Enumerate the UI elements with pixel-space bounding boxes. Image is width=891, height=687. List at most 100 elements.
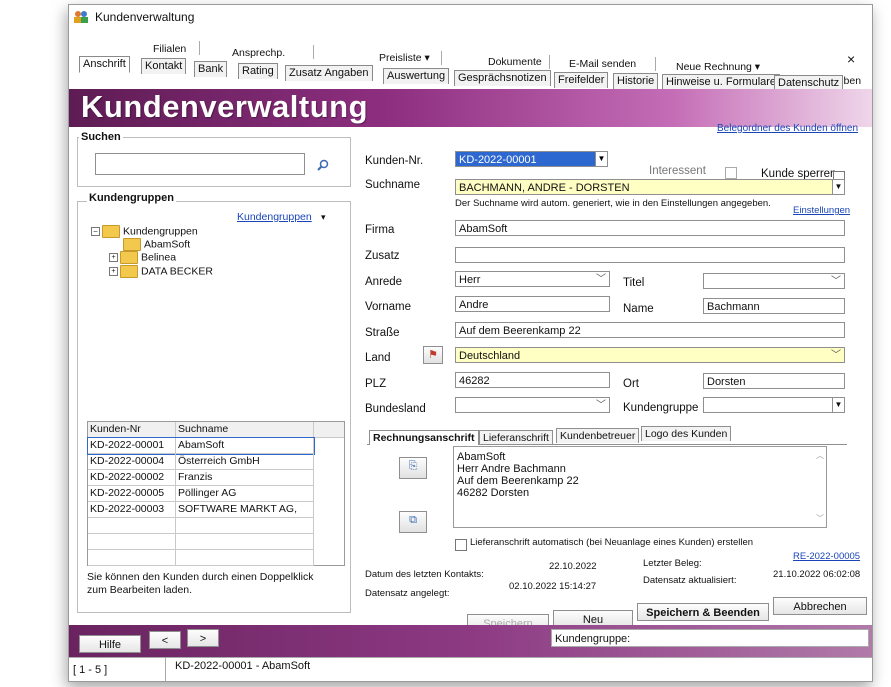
letzter-kontakt-label: Datum des letzten Kontakts:: [365, 569, 484, 580]
chevron-down-icon[interactable]: ﹀: [831, 274, 841, 288]
chevron-down-icon[interactable]: ﹀: [814, 513, 826, 524]
prev-button[interactable]: <: [149, 631, 181, 649]
chevron-down-icon[interactable]: ▾: [321, 212, 326, 223]
land-flag-icon[interactable]: ⚑: [423, 346, 443, 364]
tab-anschrift[interactable]: Anschrift: [79, 56, 130, 73]
title-bar: Kundenverwaltung: [69, 5, 872, 30]
search-group-title: Suchen: [79, 131, 123, 143]
kundengruppe-select[interactable]: ▼: [703, 397, 845, 413]
tree-item-abamsoft[interactable]: AbamSoft: [123, 238, 190, 251]
ribbon: Filialen Ansprechp. Preisliste ▾ Dokumen…: [69, 29, 872, 91]
chevron-down-icon[interactable]: ﹀: [596, 398, 606, 412]
tree-root[interactable]: – Kundengruppen: [91, 225, 198, 238]
tree-item-belinea[interactable]: + Belinea: [109, 251, 176, 264]
search-input[interactable]: [95, 153, 305, 175]
zusatz-label: Zusatz: [365, 250, 400, 262]
menu-neue-rechnung[interactable]: Neue Rechnung ▾: [676, 61, 760, 73]
angelegt-value: 02.10.2022 15:14:27: [509, 581, 597, 592]
folder-icon: [120, 251, 138, 264]
name-label: Name: [623, 303, 654, 315]
lieferanschrift-checkbox[interactable]: [455, 539, 467, 551]
hilfe-button[interactable]: Hilfe: [79, 635, 141, 653]
menu-dokumente[interactable]: Dokumente: [488, 56, 542, 68]
collapse-icon[interactable]: –: [91, 227, 100, 236]
lieferanschrift-checkbox-label: Lieferanschrift automatisch (bei Neuanla…: [470, 537, 754, 548]
menu-filialen[interactable]: Filialen: [153, 43, 186, 55]
app-window: Kundenverwaltung Filialen Ansprechp. Pre…: [68, 4, 873, 682]
bundesland-select[interactable]: ﹀: [455, 397, 610, 413]
search-icon[interactable]: [317, 159, 329, 171]
tab-historie[interactable]: Historie: [613, 73, 659, 89]
address-scrollbar[interactable]: ︿ ﹀: [814, 448, 826, 526]
kundennr-field[interactable]: KD-2022-00001 ▼: [455, 151, 608, 167]
chevron-down-icon[interactable]: ﹀: [831, 348, 841, 362]
kundengruppen-link[interactable]: Kundengruppen: [237, 211, 312, 223]
titel-select[interactable]: ﹀: [703, 273, 845, 289]
anrede-label: Anrede: [365, 276, 403, 288]
table-row[interactable]: KD-2022-00003 SOFTWARE MARKT AG,: [88, 502, 314, 518]
header-kunden-nr[interactable]: Kunden-Nr: [88, 422, 176, 437]
menu-preisliste[interactable]: Preisliste ▾: [379, 52, 430, 64]
tab-gespraechsnotizen[interactable]: Gesprächsnotizen: [454, 70, 551, 86]
letzter-beleg-link[interactable]: RE-2022-00005: [793, 551, 860, 562]
menu-ansprechpartner[interactable]: Ansprechp.: [232, 47, 285, 59]
dropdown-arrow-icon[interactable]: ▼: [595, 152, 607, 166]
firma-field[interactable]: AbamSoft: [455, 220, 845, 236]
close-icon[interactable]: ×: [847, 51, 855, 67]
interessent-checkbox[interactable]: [725, 167, 737, 179]
letzter-kontakt-value: 22.10.2022: [549, 561, 597, 572]
table-row[interactable]: KD-2022-00002 Franzis: [88, 470, 314, 486]
dropdown-arrow-icon[interactable]: ▼: [832, 180, 844, 194]
expand-icon[interactable]: +: [109, 253, 118, 262]
kundengruppe-status: Kundengruppe:: [551, 629, 869, 647]
belegordner-link[interactable]: Belegordner des Kunden öffnen: [717, 123, 858, 134]
name-field[interactable]: Bachmann: [703, 298, 845, 314]
copy-address-icon[interactable]: ⎘: [399, 457, 427, 479]
app-people-icon: [74, 11, 88, 23]
page-title: Kundenverwaltung: [81, 89, 369, 124]
tab-rating[interactable]: Rating: [238, 63, 278, 79]
chevron-down-icon[interactable]: ﹀: [596, 272, 606, 286]
address-textarea[interactable]: AbamSoft Herr Andre Bachmann Auf dem Bee…: [453, 446, 827, 528]
tab-freifelder[interactable]: Freifelder: [554, 72, 609, 88]
vorname-field[interactable]: Andre: [455, 296, 610, 312]
tab-zusatz-angaben[interactable]: Zusatz Angaben: [285, 65, 373, 81]
table-row[interactable]: KD-2022-00001 AbamSoft: [87, 437, 315, 455]
dropdown-arrow-icon[interactable]: ▼: [832, 398, 844, 412]
plz-field[interactable]: 46282: [455, 372, 610, 388]
tab-kontakt[interactable]: Kontakt: [141, 58, 187, 74]
tab-rechnungsanschrift[interactable]: Rechnungsanschrift: [369, 430, 479, 445]
chevron-up-icon[interactable]: ︿: [814, 450, 826, 461]
kundengruppen-title: Kundengruppen: [87, 192, 176, 204]
suchname-field[interactable]: BACHMANN, ANDRE - DORSTEN ▼: [455, 179, 845, 195]
tab-kundenbetreuer[interactable]: Kundenbetreuer: [556, 428, 640, 443]
paste-address-icon[interactable]: ⧉: [399, 511, 427, 533]
zusatz-field[interactable]: [455, 247, 845, 263]
table-row[interactable]: KD-2022-00005 Pöllinger AG: [88, 486, 314, 502]
anrede-select[interactable]: Herr ﹀: [455, 271, 610, 287]
tab-bank[interactable]: Bank: [194, 61, 228, 77]
plz-label: PLZ: [365, 378, 387, 390]
header-suchname[interactable]: Suchname: [176, 422, 314, 437]
tree-item-data-becker[interactable]: + DATA BECKER: [109, 265, 213, 278]
firma-label: Firma: [365, 224, 395, 236]
tab-lieferanschrift[interactable]: Lieferanschrift: [479, 430, 553, 445]
expand-icon[interactable]: +: [109, 267, 118, 276]
next-button[interactable]: >: [187, 629, 219, 647]
table-row[interactable]: KD-2022-00004 Österreich GmbH: [88, 454, 314, 470]
titel-label: Titel: [623, 277, 645, 289]
tab-logo-des-kunden[interactable]: Logo des Kunden: [641, 426, 732, 441]
tab-auswertung[interactable]: Auswertung: [383, 68, 450, 84]
speichern-beenden-button[interactable]: Speichern & Beenden: [637, 603, 769, 621]
window-title: Kundenverwaltung: [95, 10, 195, 24]
tab-hinweise[interactable]: Hinweise u. Formulare: [662, 74, 781, 90]
menu-email-senden[interactable]: E-Mail senden: [569, 58, 636, 70]
ort-field[interactable]: Dorsten: [703, 373, 845, 389]
einstellungen-link[interactable]: Einstellungen: [793, 205, 850, 216]
abbrechen-button[interactable]: Abbrechen: [773, 597, 867, 615]
suchname-hint: Der Suchname wird autom. generiert, wie …: [455, 198, 771, 209]
strasse-field[interactable]: Auf dem Beerenkamp 22: [455, 322, 845, 338]
customer-table: Kunden-Nr Suchname KD-2022-00001 AbamSof…: [87, 421, 345, 566]
aktualisiert-label: Datensatz aktualisiert:: [643, 575, 737, 586]
land-select[interactable]: Deutschland ﹀: [455, 347, 845, 363]
